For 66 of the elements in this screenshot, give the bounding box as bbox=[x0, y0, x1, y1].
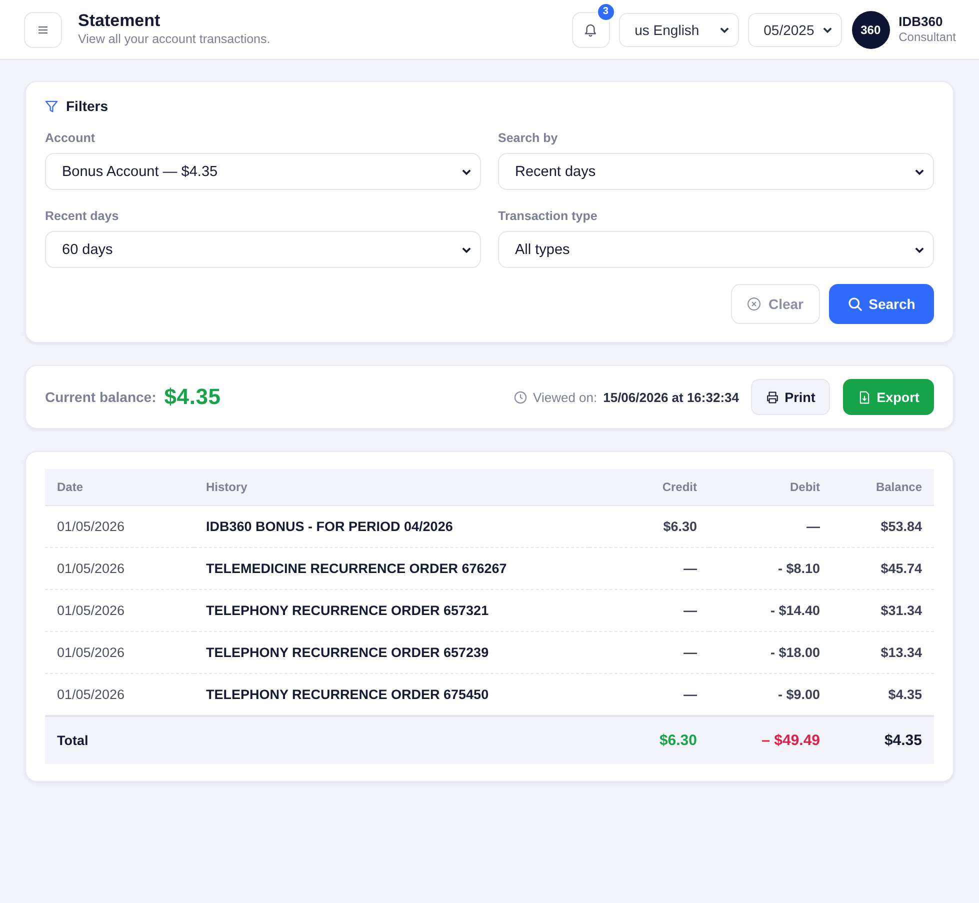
table-cell: — bbox=[589, 548, 709, 590]
print-button[interactable]: Print bbox=[751, 379, 830, 415]
chevron-down-icon bbox=[720, 26, 729, 32]
filters-title: Filters bbox=[66, 97, 108, 115]
table-cell: — bbox=[709, 506, 832, 548]
table-cell: 01/05/2026 bbox=[45, 590, 194, 632]
period-select[interactable]: 05/2025 bbox=[748, 12, 842, 46]
total-cell: $6.30 bbox=[589, 716, 709, 764]
notification-count-badge: 3 bbox=[598, 4, 614, 20]
column-header: Date bbox=[45, 469, 194, 506]
table-cell: $6.30 bbox=[589, 506, 709, 548]
user-name: IDB360 bbox=[898, 14, 944, 30]
table-cell: TELEPHONY RECURRENCE ORDER 657239 bbox=[194, 632, 589, 674]
select-field[interactable]: All types bbox=[498, 231, 934, 268]
column-header: History bbox=[194, 469, 589, 506]
search-button[interactable]: Search bbox=[829, 284, 934, 324]
column-header: Balance bbox=[832, 469, 934, 506]
viewed-on-time: 15/06/2026 at 16:32:34 bbox=[603, 390, 739, 404]
total-cell: $4.35 bbox=[832, 716, 934, 764]
chevron-down-icon bbox=[462, 246, 471, 252]
clock-icon bbox=[514, 390, 528, 404]
table-cell: $45.74 bbox=[832, 548, 934, 590]
total-cell: – $49.49 bbox=[709, 716, 832, 764]
bell-icon bbox=[584, 22, 598, 36]
filter-icon bbox=[45, 100, 58, 112]
table-cell: 01/05/2026 bbox=[45, 506, 194, 548]
table-cell: $53.84 bbox=[832, 506, 934, 548]
table-cell: 01/05/2026 bbox=[45, 548, 194, 590]
table-cell: TELEMEDICINE RECURRENCE ORDER 676267 bbox=[194, 548, 589, 590]
user-role: Consultant bbox=[898, 30, 956, 44]
table-cell: - $14.40 bbox=[709, 590, 832, 632]
language-select[interactable]: us English bbox=[618, 12, 739, 46]
chevron-down-icon bbox=[915, 246, 924, 252]
table-cell: — bbox=[589, 590, 709, 632]
field-label: Recent days bbox=[45, 208, 120, 224]
search-icon bbox=[848, 297, 862, 311]
menu-icon bbox=[38, 26, 48, 34]
column-header: Debit bbox=[709, 469, 832, 506]
select-field[interactable]: Recent days bbox=[498, 153, 934, 190]
table-cell: - $18.00 bbox=[709, 632, 832, 674]
balance-label: Current balance: bbox=[45, 389, 156, 405]
table-cell: $13.34 bbox=[832, 632, 934, 674]
field-label: Transaction type bbox=[498, 208, 598, 224]
select-field[interactable]: 60 days bbox=[45, 231, 481, 268]
total-label: Total bbox=[45, 716, 589, 764]
column-header: Credit bbox=[589, 469, 709, 506]
viewed-on-label: Viewed on: bbox=[533, 390, 598, 404]
chevron-down-icon bbox=[915, 168, 924, 174]
printer-icon bbox=[766, 390, 779, 404]
table-cell: 01/05/2026 bbox=[45, 632, 194, 674]
page-subtitle: View all your account transactions. bbox=[78, 32, 270, 46]
close-circle-icon bbox=[747, 297, 762, 311]
table-cell: — bbox=[589, 632, 709, 674]
table-cell: $31.34 bbox=[832, 590, 934, 632]
table-cell: TELEPHONY RECURRENCE ORDER 657321 bbox=[194, 590, 589, 632]
page-title: Statement bbox=[78, 10, 162, 30]
file-download-icon bbox=[858, 390, 871, 404]
table-cell: - $8.10 bbox=[709, 548, 832, 590]
select-field[interactable]: Bonus Account — $4.35 bbox=[45, 153, 481, 190]
user-avatar[interactable]: 360 bbox=[852, 10, 890, 48]
field-label: Search by bbox=[498, 130, 559, 146]
table-cell: IDB360 BONUS - FOR PERIOD 04/2026 bbox=[194, 506, 589, 548]
chevron-down-icon bbox=[822, 26, 832, 32]
chevron-down-icon bbox=[462, 168, 471, 174]
field-label: Account bbox=[45, 130, 96, 146]
balance-amount: $4.35 bbox=[164, 384, 221, 410]
